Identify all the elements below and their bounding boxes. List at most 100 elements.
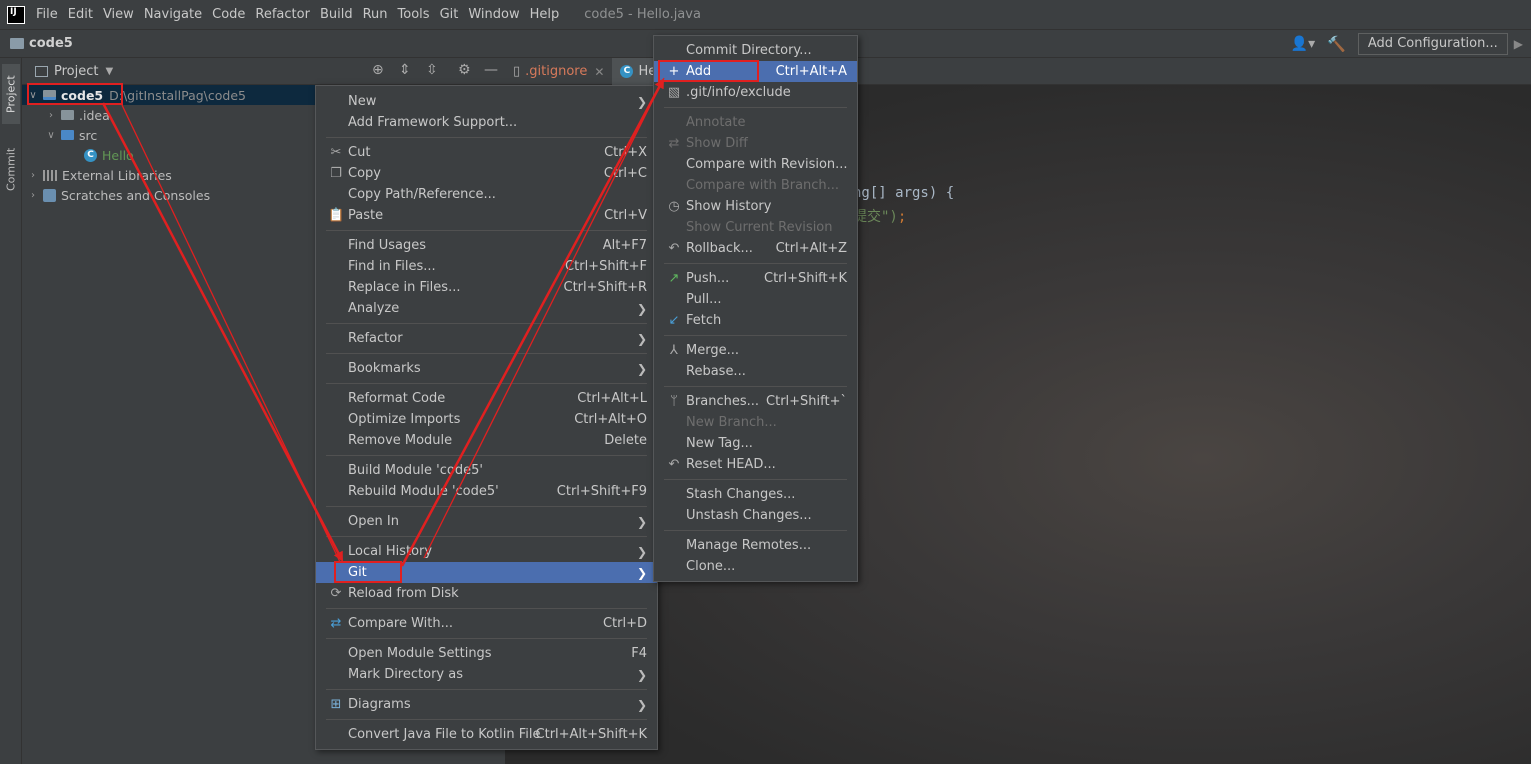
menu-item-add-framework[interactable]: Add Framework Support... [316, 112, 657, 133]
menu-item-branches[interactable]: ᛘ Branches... Ctrl+Shift+` [654, 391, 857, 412]
menu-item-optimize-imports[interactable]: Optimize Imports Ctrl+Alt+O [316, 409, 657, 430]
menu-git[interactable]: Git [435, 0, 464, 29]
menu-item-manage-remotes[interactable]: Manage Remotes... [654, 535, 857, 556]
project-panel-title[interactable]: Project [54, 64, 98, 79]
menu-item-replace-in-files[interactable]: Replace in Files... Ctrl+Shift+R [316, 277, 657, 298]
menu-item-reload-from-disk[interactable]: ⟳ Reload from Disk [316, 583, 657, 604]
menu-item-rebuild-module[interactable]: Rebuild Module 'code5' Ctrl+Shift+F9 [316, 481, 657, 502]
menu-item-mark-directory[interactable]: Mark Directory as ❯ [316, 664, 657, 685]
chevron-right-icon[interactable]: › [27, 170, 39, 181]
menu-help[interactable]: Help [525, 0, 565, 29]
menu-item-unstash[interactable]: Unstash Changes... [654, 505, 857, 526]
annotation-box-git [334, 561, 402, 583]
menu-item-pull[interactable]: Pull... [654, 289, 857, 310]
menu-tools[interactable]: Tools [393, 0, 435, 29]
menu-item-shortcut: F4 [631, 646, 647, 661]
user-icon[interactable]: 👤▾ [1291, 36, 1315, 52]
menu-window[interactable]: Window [463, 0, 524, 29]
menu-item-stash[interactable]: Stash Changes... [654, 484, 857, 505]
chevron-right-icon[interactable]: ▶ [1514, 37, 1523, 51]
build-hammer-icon[interactable]: 🔨 [1327, 35, 1346, 53]
menu-item-new-tag[interactable]: New Tag... [654, 433, 857, 454]
menu-item-shortcut: Ctrl+Shift+` [766, 394, 847, 409]
menu-file[interactable]: File [31, 0, 63, 29]
menu-item-copy[interactable]: ❐ Copy Ctrl+C [316, 163, 657, 184]
menu-item-compare-revision[interactable]: Compare with Revision... [654, 154, 857, 175]
locate-icon[interactable]: ⊕ [372, 62, 384, 78]
tab-gitignore[interactable]: ▯ .gitignore ✕ [505, 58, 612, 85]
menu-build[interactable]: Build [315, 0, 358, 29]
menu-item-remove-module[interactable]: Remove Module Delete [316, 430, 657, 451]
breadcrumb-project[interactable]: code5 [29, 36, 73, 51]
menu-refactor[interactable]: Refactor [250, 0, 315, 29]
menu-navigate[interactable]: Navigate [139, 0, 207, 29]
menu-run[interactable]: Run [358, 0, 393, 29]
copy-icon: ❐ [330, 166, 342, 181]
chevron-right-icon[interactable]: › [45, 110, 57, 121]
menu-item-fetch[interactable]: ↙ Fetch [654, 310, 857, 331]
menu-separator [326, 608, 647, 609]
menu-item-push[interactable]: ↗ Push... Ctrl+Shift+K [654, 268, 857, 289]
menu-item-cut[interactable]: ✂ Cut Ctrl+X [316, 142, 657, 163]
source-folder-icon [61, 130, 74, 140]
menu-item-label: Reformat Code [348, 391, 446, 406]
menu-item-show-history[interactable]: ◷ Show History [654, 196, 857, 217]
annotation-box-project [27, 83, 123, 105]
gear-icon[interactable]: ⚙ [458, 62, 471, 78]
menu-item-label: Analyze [348, 301, 400, 316]
tree-node-path: D:\gitInstallPag\code5 [109, 87, 246, 103]
menu-item-new[interactable]: New ❯ [316, 91, 657, 112]
menu-item-new-branch[interactable]: New Branch... [654, 412, 857, 433]
project-panel-header: Project ▼ ⊕ ⇕ ⇳ ⚙ — [22, 58, 505, 85]
menu-item-show-current-revision[interactable]: Show Current Revision [654, 217, 857, 238]
tool-tab-project[interactable]: Project [2, 64, 20, 124]
chevron-right-icon: ❯ [636, 361, 647, 376]
menu-item-diagrams[interactable]: ⊞ Diagrams ❯ [316, 694, 657, 715]
menu-item-local-history[interactable]: Local History ❯ [316, 541, 657, 562]
menu-item-open-in[interactable]: Open In ❯ [316, 511, 657, 532]
merge-icon: ⅄ [670, 343, 678, 358]
git-submenu: Commit Directory... + Add Ctrl+Alt+A ▧ .git… [653, 35, 858, 582]
add-configuration-button[interactable]: Add Configuration... [1357, 33, 1508, 55]
menu-item-shortcut: Ctrl+Shift+F [565, 259, 647, 274]
chevron-down-icon[interactable]: ▼ [105, 66, 113, 77]
menu-edit[interactable]: Edit [63, 0, 98, 29]
menu-item-refactor[interactable]: Refactor ❯ [316, 328, 657, 349]
chevron-right-icon[interactable]: › [27, 190, 39, 201]
menu-item-open-module-settings[interactable]: Open Module Settings F4 [316, 643, 657, 664]
menu-view[interactable]: View [98, 0, 139, 29]
menu-item-label: Clone... [686, 559, 736, 574]
menu-item-build-module[interactable]: Build Module 'code5' [316, 460, 657, 481]
collapse-all-icon[interactable]: ⇳ [426, 62, 438, 78]
menu-item-find-in-files[interactable]: Find in Files... Ctrl+Shift+F [316, 256, 657, 277]
hide-icon[interactable]: — [484, 62, 498, 78]
menu-separator [326, 536, 647, 537]
menu-item-reformat-code[interactable]: Reformat Code Ctrl+Alt+L [316, 388, 657, 409]
menu-item-rollback[interactable]: ↶ Rollback... Ctrl+Alt+Z [654, 238, 857, 259]
menu-item-label: Stash Changes... [686, 487, 796, 502]
menu-item-bookmarks[interactable]: Bookmarks ❯ [316, 358, 657, 379]
menu-item-label: Merge... [686, 343, 739, 358]
menu-item-merge[interactable]: ⅄ Merge... [654, 340, 857, 361]
menu-item-annotate[interactable]: Annotate [654, 112, 857, 133]
menu-item-paste[interactable]: 📋 Paste Ctrl+V [316, 205, 657, 226]
menu-item-git-exclude[interactable]: ▧ .git/info/exclude [654, 82, 857, 103]
menu-item-compare-with[interactable]: ⇄ Compare With... Ctrl+D [316, 613, 657, 634]
tool-tab-commit[interactable]: Commit [2, 138, 20, 200]
chevron-down-icon[interactable]: ∨ [45, 130, 57, 141]
menu-item-copy-path[interactable]: Copy Path/Reference... [316, 184, 657, 205]
menu-item-rebase[interactable]: Rebase... [654, 361, 857, 382]
menu-item-reset-head[interactable]: ↶ Reset HEAD... [654, 454, 857, 475]
menu-item-analyze[interactable]: Analyze ❯ [316, 298, 657, 319]
menu-code[interactable]: Code [207, 0, 250, 29]
menu-item-find-usages[interactable]: Find Usages Alt+F7 [316, 235, 657, 256]
menu-item-compare-branch[interactable]: Compare with Branch... [654, 175, 857, 196]
close-icon[interactable]: ✕ [594, 65, 604, 79]
chevron-right-icon: ❯ [636, 331, 647, 346]
menu-item-show-diff[interactable]: ⇄ Show Diff [654, 133, 857, 154]
expand-all-icon[interactable]: ⇕ [399, 62, 411, 78]
menu-item-commit-directory[interactable]: Commit Directory... [654, 40, 857, 61]
menu-item-convert-kotlin[interactable]: Convert Java File to Kotlin File Ctrl+Alt… [316, 724, 657, 745]
menu-item-clone[interactable]: Clone... [654, 556, 857, 577]
chevron-right-icon: ❯ [636, 667, 647, 682]
